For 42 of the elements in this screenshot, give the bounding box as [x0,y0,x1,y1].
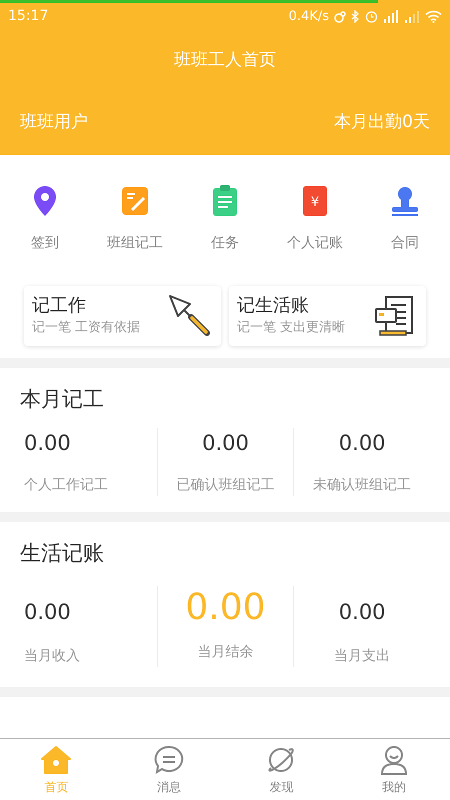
stat-label: 当月结余 [197,642,254,662]
stat-label: 个人工作记工 [24,476,108,495]
stat-value: 0.00 [24,430,71,456]
stat-value: 0.00 [202,430,249,456]
page-title: 班班工人首页 [174,49,276,72]
home-icon [40,744,72,776]
link-icon [334,10,346,22]
shortcut-item[interactable]: 班组记工 [90,183,180,254]
weak-signal-icon [404,10,420,23]
bluetooth-icon [351,10,360,23]
stat-label: 当月收入 [24,646,80,666]
trowel-icon [167,293,213,339]
section-title: 生活记账 [20,540,105,567]
card-subtitle: 记一笔 支出更清晰 [237,319,346,338]
chat-bubble-icon [152,744,185,776]
stat-label: 已确认班组记工 [176,476,274,495]
stat-value: 0.00 [338,430,386,456]
stat-value: 0.00 [185,586,266,630]
card-title: 记工作 [32,294,87,318]
card-subtitle: 记一笔 工资有依据 [32,319,140,338]
stat-value: 0.00 [24,598,71,626]
stat-label: 未确认班组记工 [313,476,412,495]
attendance-text: 本月出勤0天 [334,110,430,134]
stat-value: 0.00 [338,598,386,626]
stat-label: 当月支出 [334,646,390,666]
shortcut-item[interactable]: 任务 [180,183,270,254]
nav-tab[interactable]: 消息 [112,739,225,800]
signal-icon [383,10,399,23]
shortcut-item[interactable]: ¥ 个人记账 [270,183,360,254]
shortcut-item[interactable]: 签到 [0,183,90,254]
network-speed: 0.4K/s [288,8,329,26]
section-title: 本月记工 [20,386,105,413]
quick-entry-card[interactable]: 记生活账 记一笔 支出更清晰 [229,286,426,346]
status-time: 15:17 [8,7,48,26]
nav-tab[interactable]: 我的 [338,739,450,800]
nav-tab[interactable]: 发现 [225,739,338,800]
user-name: 班班用户 [20,110,88,134]
quick-entry-card[interactable]: 记工作 记一笔 工资有依据 [24,286,221,346]
alarm-icon [365,10,378,23]
card-title: 记生活账 [237,294,310,318]
wifi-icon [425,10,442,23]
shortcut-item[interactable]: 合同 [360,183,450,254]
